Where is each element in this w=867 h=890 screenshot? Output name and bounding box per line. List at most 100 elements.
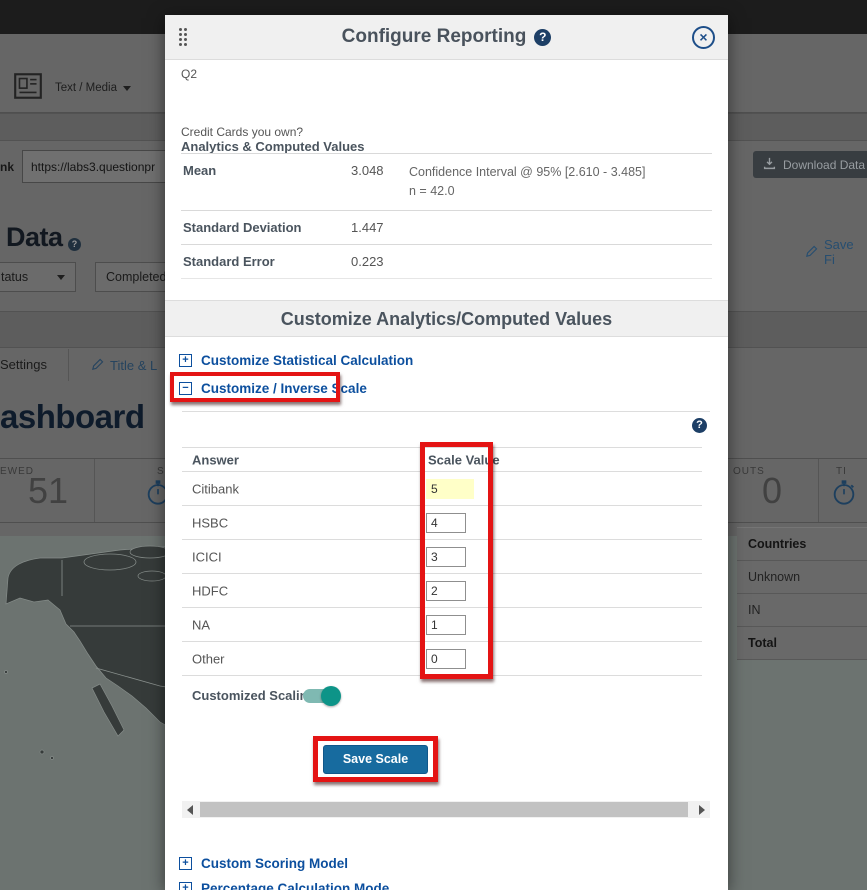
question-text: Credit Cards you own? [181,125,303,139]
status-dropdown-value: tatus [1,270,28,284]
survey-link-input[interactable] [22,150,182,183]
table-row: HSBC [182,506,702,540]
stat-time2-label: TI [836,466,847,477]
analytics-row-label: Mean [181,154,349,211]
status-dropdown[interactable]: tatus [0,262,76,292]
countries-header: Countries [737,528,867,561]
divider [818,459,819,522]
edit-pencil-icon [92,357,105,373]
analytics-row-value: 1.447 [349,210,407,244]
answer-label: ICICI [192,549,222,564]
scrollbar-thumb[interactable] [200,802,688,817]
scale-value-input[interactable] [426,547,466,567]
scale-value-column-header: Scale Value [428,452,500,467]
configure-reporting-modal: Configure Reporting ? × Q2 Credit Cards … [165,15,728,890]
table-row: Standard Deviation 1.447 [181,210,712,244]
download-data-label: Download Data [783,158,865,172]
collapse-minus-icon: − [179,382,192,395]
save-scale-values-button[interactable]: Save Scale Values [323,745,428,774]
stat-dropouts-value: 0 [762,470,782,512]
screen: Text / Media nk Download Data Data ? Sav… [0,0,867,890]
customize-statistical-calculation-label: Customize Statistical Calculation [201,353,413,368]
answer-label: NA [192,617,210,632]
text-media-menu[interactable]: Text / Media [55,82,131,94]
scale-value-input[interactable] [426,479,474,499]
scale-value-table: Answer Scale Value Citibank HSBC ICICI H… [182,447,702,676]
modal-title: Configure Reporting [342,26,527,48]
analytics-row-label: Standard Deviation [181,210,349,244]
scale-value-input[interactable] [426,649,466,669]
text-media-menu-label: Text / Media [55,82,117,94]
percentage-calculation-mode-link[interactable]: + Percentage Calculation Mode [179,881,389,890]
customized-scaling-toggle[interactable] [303,689,339,703]
save-filter-label: Save Fi [824,237,867,267]
answer-column-header: Answer [192,452,239,467]
analytics-table: Mean 3.048 Confidence Interval @ 95% [2.… [181,153,712,279]
answer-label: Other [192,651,225,666]
data-help-icon[interactable]: ? [68,238,81,251]
toggle-knob [321,686,341,706]
sample-size: n = 42.0 [409,182,710,201]
stopwatch-icon [830,478,858,511]
analytics-row-label: Standard Error [181,244,349,278]
countries-total-row: Total [737,627,867,660]
table-row: Other [182,642,702,676]
customized-scaling-label: Customized Scaling [192,688,316,703]
link-field-label: nk [0,160,14,174]
custom-scoring-model-link[interactable]: + Custom Scoring Model [179,856,348,871]
horizontal-scrollbar[interactable] [182,801,710,818]
scale-value-input[interactable] [426,513,466,533]
scale-value-input[interactable] [426,581,466,601]
expand-plus-icon: + [179,354,192,367]
confidence-interval: Confidence Interval @ 95% [2.610 - 3.485… [409,163,710,182]
answer-label: Citibank [192,481,239,496]
stat-time-label: S [157,466,165,477]
customize-section-heading: Customize Analytics/Computed Values [165,300,728,337]
expand-plus-icon: + [179,857,192,870]
divider [182,411,710,412]
table-header-row: Answer Scale Value [182,447,702,472]
analytics-heading: Analytics & Computed Values [181,139,365,154]
country-row: IN [737,594,867,627]
scale-help-icon[interactable]: ? [692,418,707,433]
table-row: ICICI [182,540,702,574]
scroll-right-arrow[interactable] [694,801,710,818]
customize-inverse-scale-link[interactable]: − Customize / Inverse Scale [179,381,367,396]
help-icon[interactable]: ? [534,29,551,46]
divider [94,459,95,522]
analytics-row-value: 3.048 [349,154,407,211]
data-section-heading: Data [6,222,63,253]
download-icon [763,157,776,173]
question-code: Q2 [181,67,197,81]
analytics-row-note: Confidence Interval @ 95% [2.610 - 3.485… [407,154,712,211]
dashboard-heading: ashboard [0,398,145,436]
divider [68,349,69,381]
customize-inverse-scale-label: Customize / Inverse Scale [201,381,367,396]
chevron-down-icon [57,275,65,280]
scroll-left-arrow[interactable] [182,801,198,818]
tab-title-logo-label: Title & L [110,358,157,373]
completed-filter-value: Completed [106,270,166,284]
table-row: HDFC [182,574,702,608]
answer-label: HSBC [192,515,228,530]
drag-handle[interactable] [179,28,187,46]
customize-statistical-calculation-link[interactable]: + Customize Statistical Calculation [179,353,413,368]
close-icon[interactable]: × [692,26,715,49]
countries-table: Countries Unknown IN Total [737,527,867,660]
custom-scoring-model-label: Custom Scoring Model [201,856,348,871]
table-row: Mean 3.048 Confidence Interval @ 95% [2.… [181,154,712,211]
download-data-button[interactable]: Download Data [753,151,867,178]
save-filter-link[interactable]: Save Fi [806,237,867,267]
text-media-icon [12,70,44,107]
tab-settings[interactable]: Settings [0,357,47,372]
scale-value-input[interactable] [426,615,466,635]
stat-dropouts-label: OUTS [733,466,765,477]
table-row: Citibank [182,472,702,506]
chevron-down-icon [123,86,131,91]
tab-title-logo[interactable]: Title & L [92,357,157,373]
analytics-row-value: 0.223 [349,244,407,278]
edit-pencil-icon [806,244,819,260]
country-row: Unknown [737,561,867,594]
table-row: Standard Error 0.223 [181,244,712,278]
table-row: NA [182,608,702,642]
